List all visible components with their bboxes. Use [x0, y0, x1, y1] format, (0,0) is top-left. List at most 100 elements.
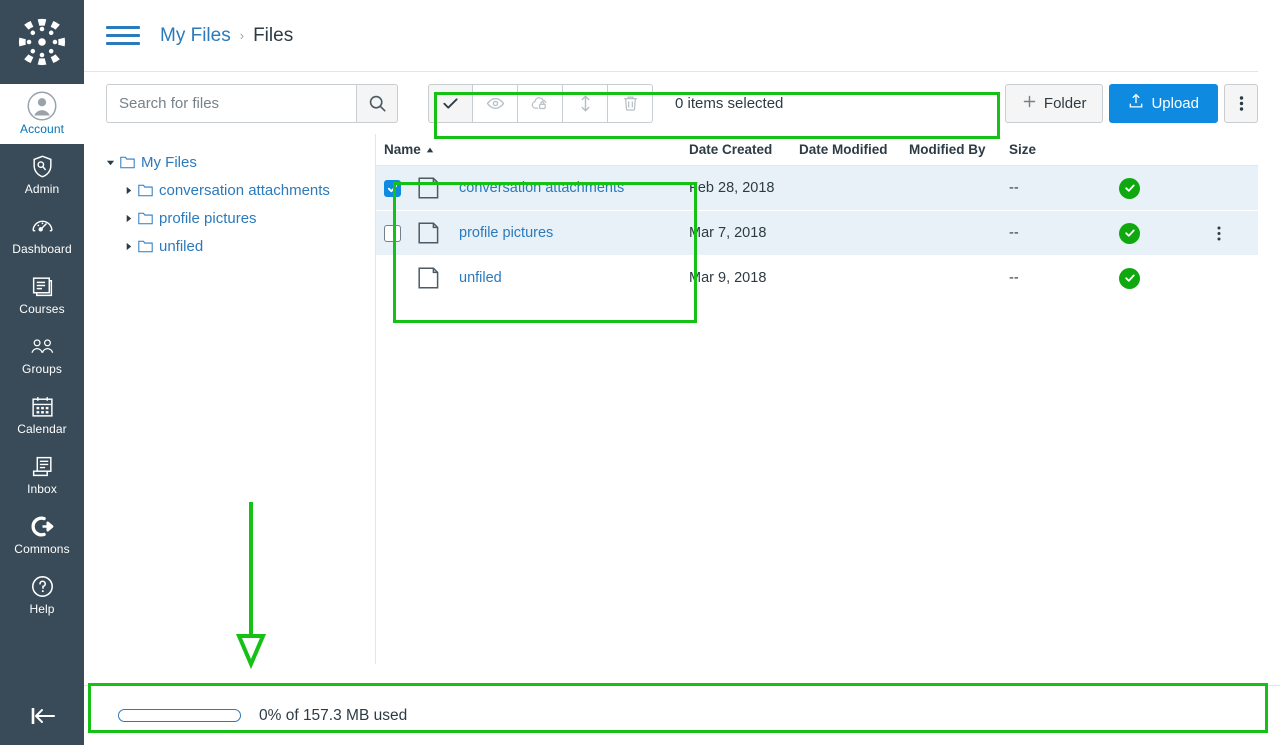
global-navigation: Account Admin Dashboard Courses Groups C…	[0, 0, 84, 745]
collapse-left-icon[interactable]	[0, 705, 84, 727]
row-checkbox[interactable]	[384, 270, 401, 287]
folder-icon	[418, 177, 444, 199]
calendar-icon	[30, 393, 55, 419]
file-table: Name Date Created Date Modified Modified…	[376, 134, 1280, 664]
table-row[interactable]: unfiled Mar 9, 2018 --	[376, 256, 1258, 301]
folder-icon	[120, 156, 135, 169]
sidebar-item-groups[interactable]: Groups	[0, 324, 84, 384]
tree-item-conversation-attachments[interactable]: conversation attachments	[106, 176, 375, 204]
sidebar-item-label: Calendar	[17, 422, 67, 436]
folder-icon	[418, 222, 444, 244]
cell-date-created: Feb 28, 2018	[689, 180, 775, 196]
column-header-name[interactable]: Name	[384, 142, 689, 157]
tree-item-my-files[interactable]: My Files	[106, 148, 375, 176]
tree-item-profile-pictures[interactable]: profile pictures	[106, 204, 375, 232]
cell-date-created: Mar 7, 2018	[689, 225, 767, 241]
caret-right-icon[interactable]	[124, 242, 138, 251]
search-container	[106, 83, 398, 123]
file-name-link[interactable]: conversation attachments	[459, 180, 624, 196]
sidebar-item-help[interactable]: Help	[0, 564, 84, 624]
sidebar-item-label: Commons	[14, 542, 70, 556]
tree-item-unfiled[interactable]: unfiled	[106, 232, 375, 260]
column-header-size[interactable]: Size	[1009, 142, 1119, 157]
caret-right-icon[interactable]	[124, 214, 138, 223]
sidebar-item-dashboard[interactable]: Dashboard	[0, 204, 84, 264]
column-header-modified-by[interactable]: Modified By	[909, 142, 1009, 157]
breadcrumb: My Files › Files	[160, 25, 293, 47]
column-header-date-modified[interactable]: Date Modified	[799, 142, 909, 157]
hamburger-menu-icon[interactable]	[106, 26, 140, 45]
folder-icon	[138, 212, 153, 225]
main-content: My Files › Files Search for files 0 item…	[84, 0, 1280, 745]
toggle-select-all-button[interactable]	[428, 83, 473, 123]
breadcrumb-separator-icon: ›	[239, 28, 245, 43]
kebab-vertical-icon[interactable]	[1224, 83, 1258, 123]
sidebar-item-commons[interactable]: Commons	[0, 504, 84, 564]
book-icon	[30, 273, 55, 299]
selection-status: 0 items selected	[675, 94, 784, 112]
column-header-date-created[interactable]: Date Created	[689, 142, 799, 157]
sidebar-item-account[interactable]: Account	[0, 84, 84, 144]
file-name-link[interactable]: unfiled	[459, 270, 502, 286]
sidebar-item-label: Dashboard	[12, 242, 72, 256]
canvas-logo-icon[interactable]	[0, 0, 84, 84]
search-input[interactable]	[106, 83, 356, 123]
caret-right-icon[interactable]	[124, 186, 138, 195]
sidebar-item-label: Help	[29, 602, 55, 616]
tree-item-label: conversation attachments	[159, 181, 330, 199]
published-check-icon[interactable]	[1119, 222, 1140, 244]
add-folder-button[interactable]: Folder	[1004, 83, 1104, 123]
upload-label: Upload	[1151, 94, 1199, 112]
tree-item-label: profile pictures	[159, 209, 257, 227]
question-circle-icon	[30, 573, 55, 599]
tree-item-label: unfiled	[159, 237, 204, 255]
table-row[interactable]: profile pictures Mar 7, 2018 --	[376, 211, 1258, 256]
folder-icon	[418, 267, 444, 289]
sidebar-item-label: Admin	[24, 182, 60, 196]
row-checkbox[interactable]	[384, 179, 401, 197]
preview-button[interactable]	[473, 83, 518, 123]
add-folder-label: Folder	[1043, 94, 1087, 112]
people-group-icon	[29, 333, 56, 359]
storage-progress-bar	[118, 709, 241, 722]
user-avatar-icon	[27, 91, 57, 121]
breadcrumb-my-files[interactable]: My Files	[160, 25, 231, 47]
files-body: My Files conversation attachments profil…	[84, 134, 1280, 664]
folder-icon	[138, 240, 153, 253]
dashboard-gauge-icon	[30, 213, 55, 239]
bulk-action-group: 0 items selected	[428, 83, 784, 123]
restrict-access-button[interactable]	[518, 83, 563, 123]
delete-button[interactable]	[608, 83, 653, 123]
sidebar-item-courses[interactable]: Courses	[0, 264, 84, 324]
row-checkbox[interactable]	[384, 224, 401, 242]
sidebar-item-inbox[interactable]: Inbox	[0, 444, 84, 504]
file-name-link[interactable]: profile pictures	[459, 225, 553, 241]
canvas-files-page: Account Admin Dashboard Courses Groups C…	[0, 0, 1280, 745]
storage-quota-bar: 0% of 157.3 MB used	[84, 685, 1280, 745]
upload-arrow-icon	[1128, 93, 1144, 113]
cell-date-created: Mar 9, 2018	[689, 270, 767, 286]
column-header-name-label: Name	[384, 142, 421, 157]
search-icon[interactable]	[356, 83, 398, 123]
plus-icon	[1022, 94, 1037, 113]
sidebar-item-admin[interactable]: Admin	[0, 144, 84, 204]
sidebar-item-label: Account	[19, 122, 65, 136]
storage-quota-label: 0% of 157.3 MB used	[259, 706, 408, 724]
published-check-icon[interactable]	[1119, 177, 1140, 199]
files-toolbar: 0 items selected Folder	[84, 72, 1280, 134]
table-row[interactable]: conversation attachments Feb 28, 2018 --	[376, 166, 1258, 211]
sidebar-item-calendar[interactable]: Calendar	[0, 384, 84, 444]
caret-down-icon[interactable]	[106, 158, 120, 167]
breadcrumb-current: Files	[253, 24, 294, 46]
shield-wrench-icon	[30, 153, 55, 179]
published-check-icon[interactable]	[1119, 267, 1140, 289]
row-kebab-menu-icon[interactable]	[1199, 225, 1239, 242]
arrow-right-circle-icon	[29, 513, 56, 539]
upload-button[interactable]: Upload	[1109, 83, 1218, 123]
move-button[interactable]	[563, 83, 608, 123]
toolbar-right-actions: Folder Upload	[1004, 83, 1258, 123]
folder-tree: My Files conversation attachments profil…	[84, 134, 376, 664]
cell-size: --	[1009, 270, 1019, 286]
cell-size: --	[1009, 225, 1019, 241]
sidebar-item-label: Courses	[19, 302, 65, 316]
